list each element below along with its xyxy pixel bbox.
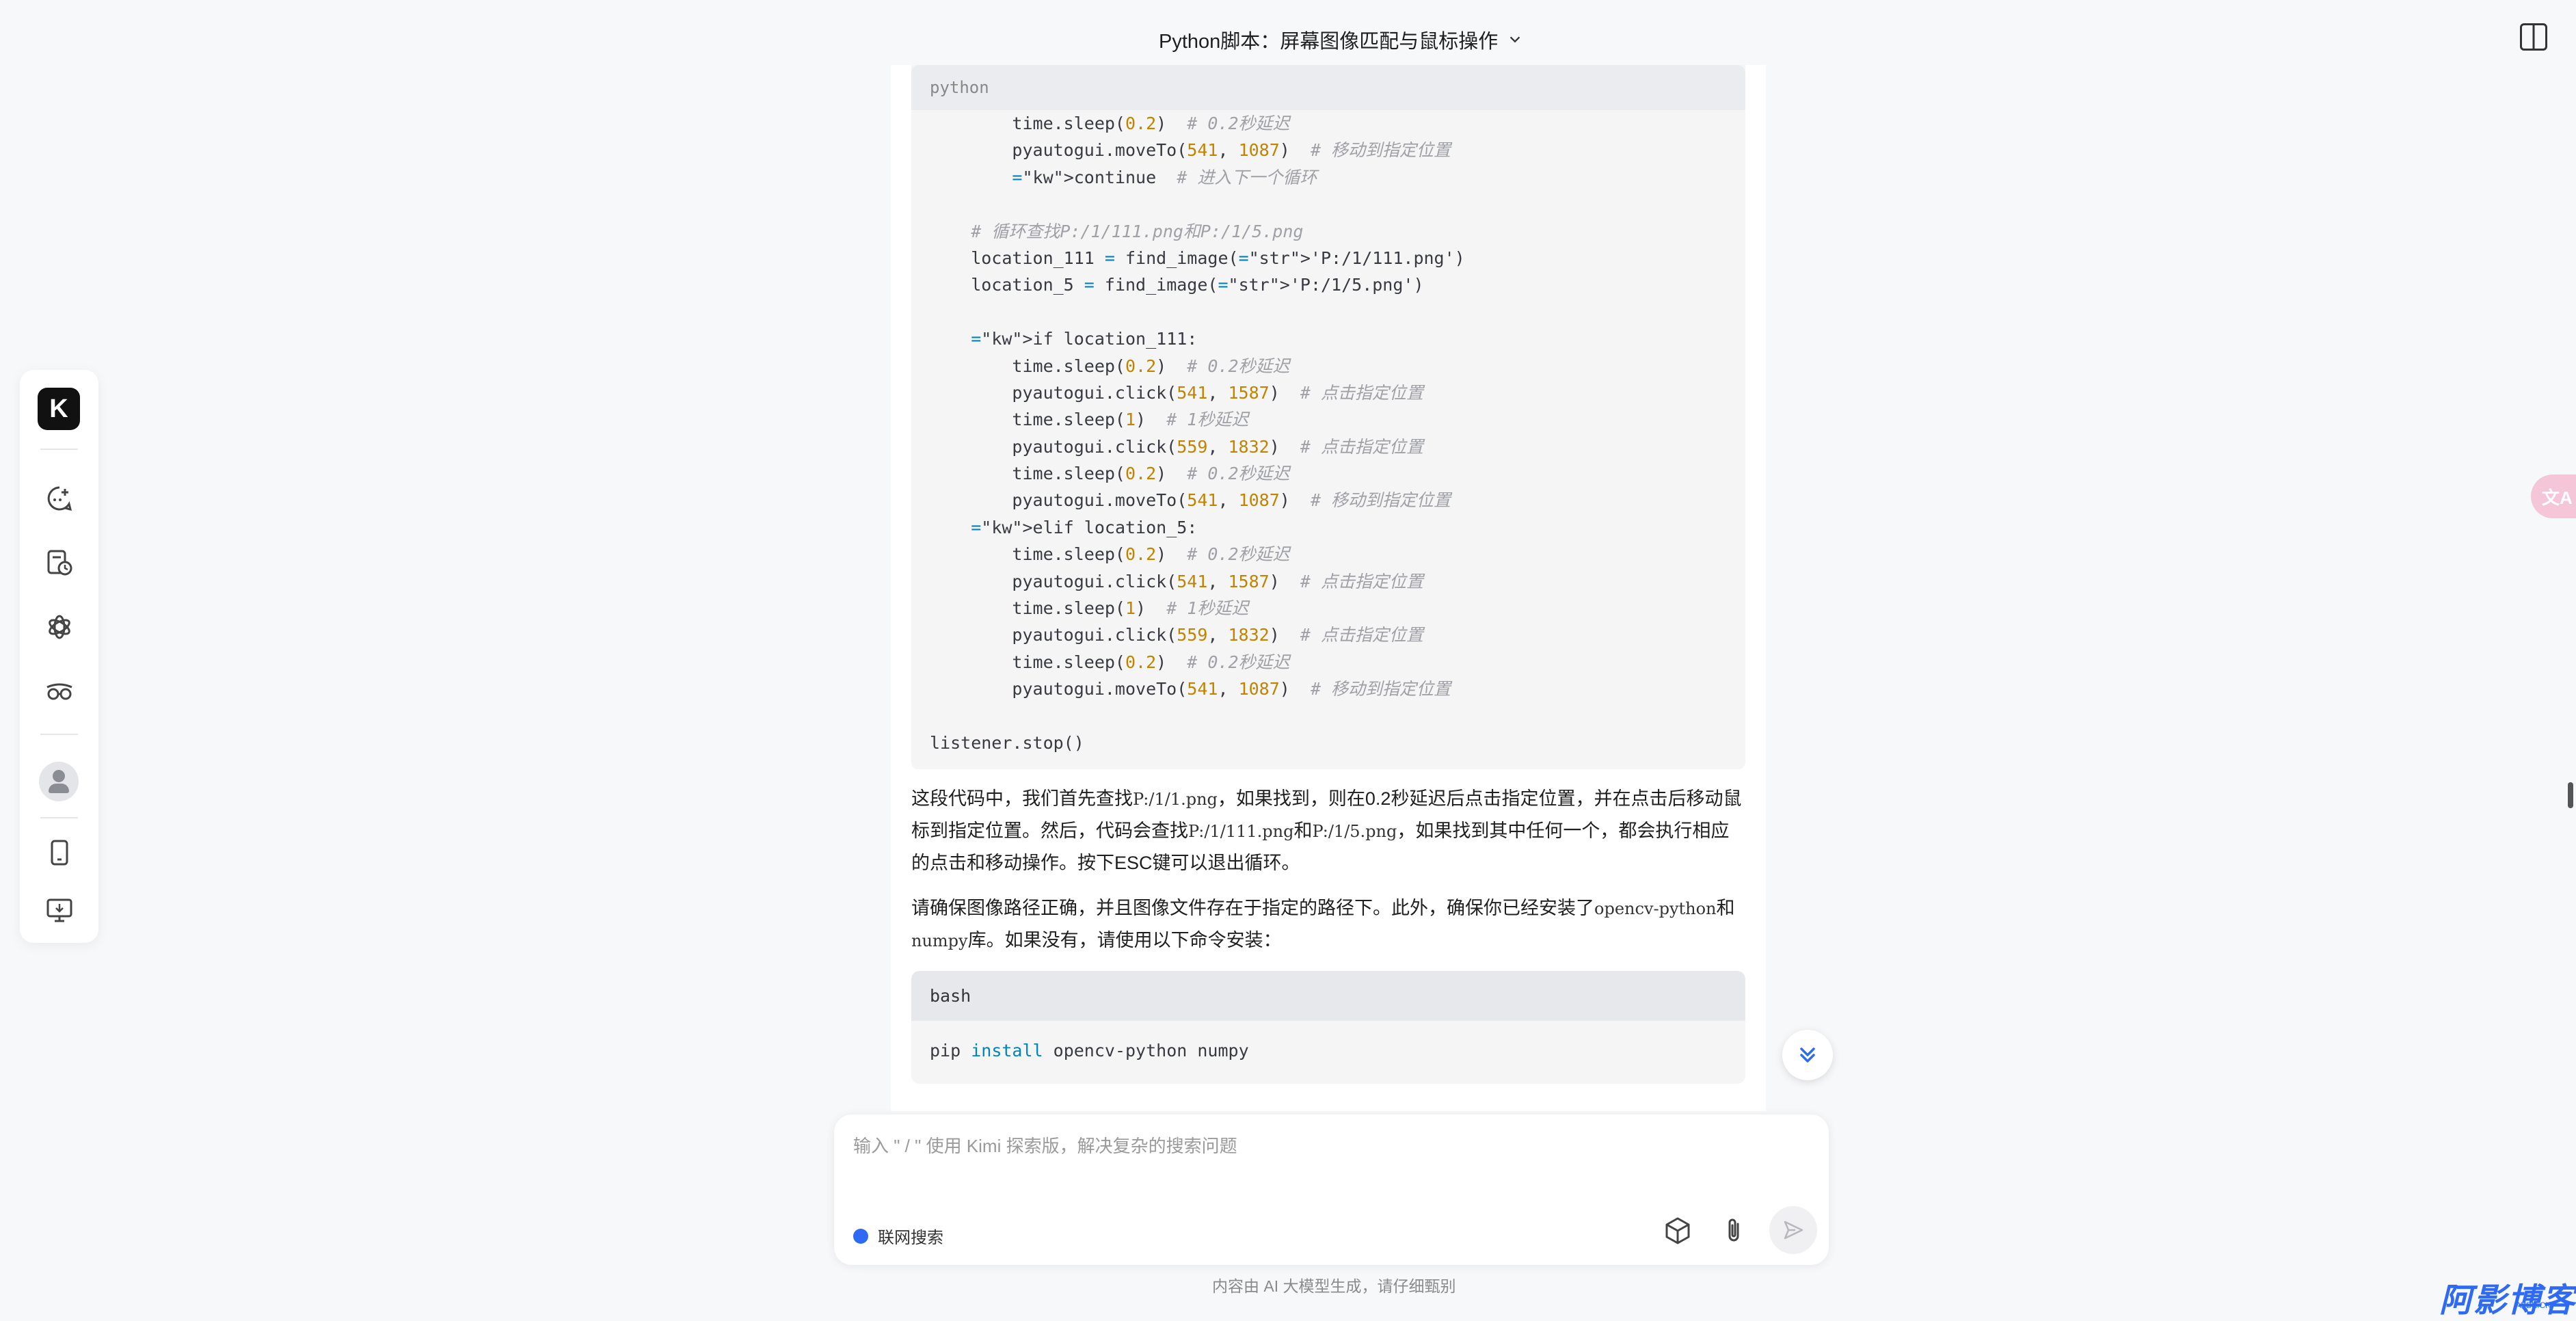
web-search-label: 联网搜索 (878, 1229, 943, 1247)
code-line: pyautogui.moveTo(541, 1087) # 移动到指定位置 (930, 140, 1451, 161)
text: 请确保图像路径正确，并且图像文件存在于指定的路径下。此外，确保你已经安装了 (911, 898, 1594, 918)
translate-button[interactable]: 文A (2531, 475, 2576, 518)
chat-message: python time.sleep(0.2) # 0.2秒延迟 pyautogu… (891, 65, 1766, 1111)
top-bar: Python脚本：屏幕图像匹配与鼠标操作 (0, 0, 2576, 75)
code-token: pip (930, 1041, 961, 1060)
inline-code: numpy (911, 931, 968, 950)
mobile-app-icon[interactable] (44, 838, 75, 868)
web-search-toggle[interactable]: 联网搜索 (853, 1224, 943, 1248)
code-block-python: python time.sleep(0.2) # 0.2秒延迟 pyautogu… (911, 65, 1745, 769)
sidebar-divider (40, 449, 78, 450)
answer-paragraph: 这段代码中，我们首先查找P:/1/1.png，如果找到，则在0.2秒延迟后点击指… (911, 783, 1745, 879)
code-line: pyautogui.click(559, 1832) # 点击指定位置 (930, 625, 1423, 645)
code-language-label: python (911, 65, 1745, 110)
code-line: time.sleep(0.2) # 0.2秒延迟 (930, 464, 1290, 484)
history-icon[interactable] (44, 548, 75, 578)
code-line: ="kw">if location_111: (971, 329, 1198, 349)
scroll-to-bottom-button[interactable] (1782, 1030, 1833, 1080)
inline-code: P:/1/5.png (1312, 822, 1397, 841)
kimi-plus-icon[interactable] (44, 676, 75, 706)
code-language-label: bash (911, 971, 1745, 1021)
split-view-icon[interactable] (2520, 23, 2547, 51)
toggle-dot-icon (853, 1228, 868, 1244)
attachment-icon[interactable] (1717, 1214, 1750, 1247)
code-line: pyautogui.moveTo(541, 1087) # 移动到指定位置 (930, 490, 1451, 511)
code-line: pyautogui.click(541, 1587) # 点击指定位置 (930, 382, 1423, 403)
code-token: install (971, 1041, 1043, 1060)
code-line: pyautogui.click(541, 1587) # 点击指定位置 (930, 571, 1423, 591)
cube-icon[interactable] (1661, 1214, 1694, 1247)
code-line: time.sleep(1) # 1秒延迟 (930, 598, 1249, 619)
code-line: location_5 = find_image(="str">'P:/1/5.p… (930, 275, 1424, 295)
explore-icon[interactable] (44, 612, 75, 642)
watermark-logo: 阿影博客 (2439, 1283, 2576, 1319)
sidebar: K (20, 370, 98, 943)
code-line: time.sleep(0.2) # 0.2秒延迟 (930, 544, 1290, 565)
send-button[interactable] (1769, 1206, 1817, 1254)
sidebar-divider (40, 817, 78, 818)
text: 和 (1716, 898, 1735, 918)
code-line: pyautogui.moveTo(541, 1087) # 移动到指定位置 (930, 679, 1451, 699)
code-line: listener.stop() (930, 732, 1084, 753)
double-chevron-down-icon (1800, 1048, 1815, 1063)
text: 和 (1293, 820, 1313, 841)
avatar[interactable] (39, 762, 79, 801)
code-line: time.sleep(0.2) # 0.2秒延迟 (930, 652, 1290, 672)
code-line: # 循环查找P:/1/111.png和P:/1/5.png (971, 221, 1304, 241)
chat-input-placeholder[interactable]: 输入 " / " 使用 Kimi 探索版，解决复杂的搜索问题 (853, 1132, 1237, 1158)
sidebar-divider (40, 734, 78, 735)
send-icon (1784, 1220, 1803, 1240)
new-chat-icon[interactable] (44, 483, 75, 513)
scrollbar-thumb[interactable] (2568, 782, 2573, 808)
code-block-bash: bash pip install opencv-python numpy (911, 971, 1745, 1084)
text: 这段代码中，我们首先查找 (911, 788, 1133, 809)
chat-input-box[interactable]: 输入 " / " 使用 Kimi 探索版，解决复杂的搜索问题 联网搜索 (834, 1115, 1829, 1265)
code-line[interactable]: pip install opencv-python numpy (911, 1021, 1745, 1081)
code-token: opencv-python numpy (1053, 1041, 1249, 1060)
code-line: time.sleep(0.2) # 0.2秒延迟 (930, 114, 1290, 133)
inline-code: P:/1/1.png (1133, 790, 1218, 809)
code-line: pyautogui.click(559, 1832) # 点击指定位置 (930, 436, 1423, 457)
watermark-subtext: AYBK.CN (2516, 1300, 2551, 1310)
conversation-title[interactable]: Python脚本：屏幕图像匹配与鼠标操作 (1159, 25, 1522, 55)
text: 库。如果没有，请使用以下命令安装： (967, 930, 1282, 950)
desktop-app-icon[interactable] (44, 895, 75, 925)
conversation-title-text: Python脚本：屏幕图像匹配与鼠标操作 (1159, 31, 1499, 53)
code-line: time.sleep(0.2) # 0.2秒延迟 (930, 356, 1290, 376)
inline-code: P:/1/111.png (1188, 822, 1294, 841)
code-line: ="kw">elif location_5: (971, 517, 1198, 537)
code-content[interactable]: time.sleep(0.2) # 0.2秒延迟 pyautogui.moveT… (911, 110, 1745, 756)
code-line: location_111 = find_image(="str">'P:/1/1… (930, 248, 1465, 268)
ai-disclaimer: 内容由 AI 大模型生成，请仔细甄别 (1212, 1277, 1456, 1295)
code-line: time.sleep(1) # 1秒延迟 (930, 410, 1249, 430)
chevron-down-icon (1510, 36, 1520, 43)
inline-code: opencv-python (1594, 899, 1717, 918)
code-line: ="kw">continue # 进入下一个循环 (1012, 167, 1317, 187)
answer-paragraph: 请确保图像路径正确，并且图像文件存在于指定的路径下。此外，确保你已经安装了ope… (911, 892, 1745, 957)
kimi-logo[interactable]: K (38, 388, 80, 430)
